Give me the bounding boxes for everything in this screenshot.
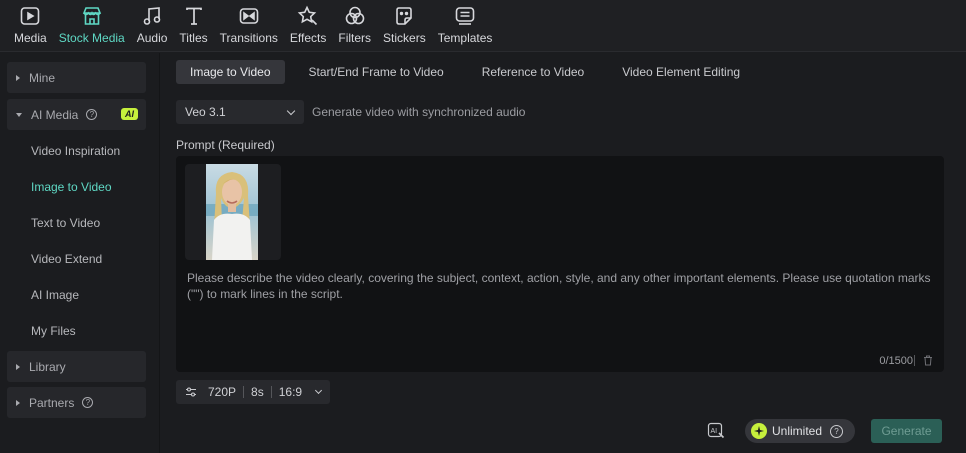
- sidebar-section-partners[interactable]: Partners ?: [7, 387, 146, 418]
- unlimited-credits-button[interactable]: Unlimited ?: [745, 419, 855, 443]
- uploaded-image-slot[interactable]: [185, 164, 281, 260]
- toolbar-stickers[interactable]: Stickers: [377, 0, 432, 51]
- caret-right-icon: [16, 363, 20, 370]
- toolbar-label: Filters: [338, 31, 372, 45]
- model-description: Generate video with synchronized audio: [312, 105, 526, 119]
- main-panel: Image to Video Start/End Frame to Video …: [166, 53, 966, 453]
- toolbar-label: Effects: [289, 31, 327, 45]
- tab-video-element-editing[interactable]: Video Element Editing: [608, 60, 754, 84]
- prompt-input[interactable]: Please describe the video clearly, cover…: [187, 270, 937, 302]
- sidebar-section-label: Partners: [29, 395, 75, 410]
- templates-icon: [455, 7, 475, 25]
- caret-right-icon: [16, 74, 20, 81]
- ai-badge: AI: [121, 108, 138, 120]
- toolbar-media[interactable]: Media: [8, 0, 53, 51]
- toolbar-label: Transitions: [219, 31, 278, 45]
- toolbar-transitions[interactable]: Transitions: [214, 0, 284, 51]
- toolbar-label: Media: [14, 31, 47, 45]
- toolbar-titles[interactable]: Titles: [173, 0, 213, 51]
- help-icon[interactable]: ?: [86, 109, 98, 120]
- prompt-box: Please describe the video clearly, cover…: [176, 156, 944, 372]
- sidebar-section-library[interactable]: Library: [7, 351, 146, 382]
- sidebar-item-my-files[interactable]: My Files: [31, 324, 76, 338]
- caret-right-icon: [16, 399, 20, 406]
- chevron-down-icon: [315, 386, 323, 395]
- mode-tabs: Image to Video Start/End Frame to Video …: [176, 60, 764, 84]
- trash-icon[interactable]: [923, 355, 933, 366]
- divider: [914, 355, 915, 366]
- filters-icon: [345, 6, 365, 25]
- duration-value: 8s: [251, 385, 264, 399]
- toolbar-label: Stock Media: [58, 31, 125, 45]
- sidebar: Mine AI Media ? AI Video Inspiration Ima…: [0, 53, 160, 453]
- stickers-icon: [396, 7, 413, 25]
- effects-icon: [297, 5, 318, 26]
- toolbar-effects[interactable]: Effects: [284, 0, 332, 51]
- toolbar-stock-media[interactable]: Stock Media: [53, 0, 131, 51]
- model-select[interactable]: Veo 3.1: [176, 100, 304, 124]
- ai-prompt-icon[interactable]: AI: [707, 422, 725, 440]
- help-icon[interactable]: ?: [830, 424, 844, 438]
- prompt-label: Prompt (Required): [176, 138, 275, 152]
- sidebar-section-mine[interactable]: Mine: [7, 62, 146, 93]
- chevron-down-icon: [286, 106, 296, 116]
- generate-button[interactable]: Generate: [871, 419, 942, 443]
- toolbar-filters[interactable]: Filters: [332, 0, 377, 51]
- aspect-ratio-value: 16:9: [278, 385, 303, 399]
- video-settings-dropdown[interactable]: 720P 8s 16:9: [176, 380, 330, 404]
- toolbar-label: Templates: [437, 31, 493, 45]
- sparkle-icon: [751, 423, 767, 439]
- toolbar-label: Titles: [179, 31, 208, 45]
- toolbar-audio[interactable]: Audio: [131, 0, 174, 51]
- tab-image-to-video[interactable]: Image to Video: [176, 60, 285, 84]
- uploaded-image-thumbnail[interactable]: [206, 164, 258, 260]
- tab-reference-to-video[interactable]: Reference to Video: [468, 60, 599, 84]
- media-icon: [21, 7, 40, 25]
- char-counter: 0/1500: [879, 355, 913, 367]
- sidebar-section-ai-media[interactable]: AI Media ? AI: [7, 99, 146, 130]
- audio-icon: [143, 7, 161, 25]
- unlimited-label: Unlimited: [772, 424, 823, 438]
- sidebar-item-ai-image[interactable]: AI Image: [31, 288, 79, 302]
- sidebar-section-label: Library: [29, 359, 66, 374]
- tab-start-end-frame[interactable]: Start/End Frame to Video: [295, 60, 458, 84]
- toolbar-label: Audio: [136, 31, 168, 45]
- resolution-value: 720P: [208, 385, 237, 399]
- sidebar-section-label: AI Media: [31, 107, 79, 122]
- sliders-icon: [186, 387, 196, 397]
- top-toolbar: Media Stock Media Audio Titles Transitio…: [0, 0, 966, 52]
- svg-text:AI: AI: [711, 428, 718, 435]
- toolbar-label: Stickers: [383, 31, 426, 45]
- transitions-icon: [239, 8, 259, 24]
- stock-media-icon: [82, 7, 101, 25]
- divider: [270, 386, 272, 398]
- divider: [243, 386, 245, 398]
- sidebar-item-text-to-video[interactable]: Text to Video: [31, 216, 100, 230]
- sidebar-item-video-inspiration[interactable]: Video Inspiration: [31, 144, 120, 158]
- sidebar-item-image-to-video[interactable]: Image to Video: [31, 180, 112, 194]
- titles-icon: [185, 7, 202, 25]
- caret-down-icon: [16, 112, 22, 117]
- sidebar-section-label: Mine: [29, 70, 56, 85]
- sidebar-item-video-extend[interactable]: Video Extend: [31, 252, 102, 266]
- toolbar-templates[interactable]: Templates: [432, 0, 499, 51]
- help-icon[interactable]: ?: [82, 397, 94, 408]
- model-value: Veo 3.1: [185, 105, 226, 119]
